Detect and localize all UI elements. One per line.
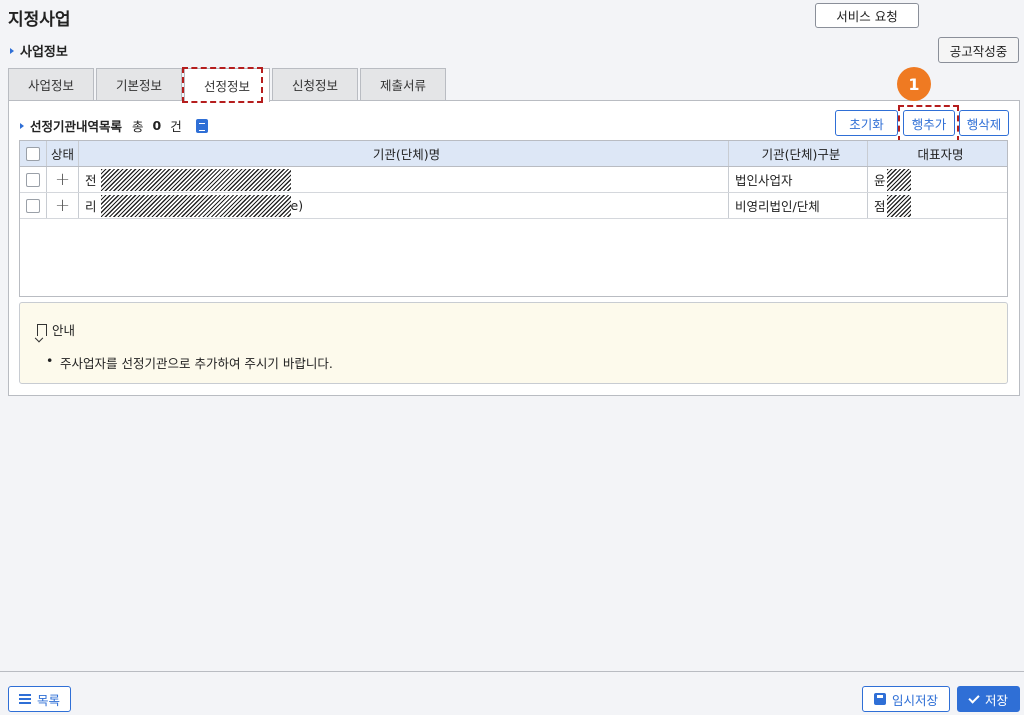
tab-selection-info[interactable]: 선정정보	[184, 68, 270, 102]
header-status: 상태	[47, 141, 79, 166]
triangle-bullet-icon	[20, 122, 24, 129]
temp-save-button[interactable]: 임시저장	[862, 686, 950, 712]
list-title-label: 선정기관내역목록	[30, 119, 123, 134]
grid-header: 상태 기관(단체)명 기관(단체)구분 대표자명	[20, 141, 1007, 167]
rep-name-text: 윤	[874, 173, 886, 188]
list-button[interactable]: 목록	[8, 686, 71, 712]
guide-item: 주사업자를 선정기관으로 추가하여 주시기 바랍니다.	[46, 353, 333, 372]
header-select-all	[20, 141, 47, 166]
org-name-text: 전	[85, 173, 97, 188]
tab-application-info[interactable]: 신청정보	[272, 68, 358, 100]
plus-icon: +	[54, 168, 71, 190]
count-prefix: 총	[132, 119, 144, 134]
check-icon	[968, 691, 980, 704]
footer-divider	[0, 671, 1024, 672]
section-title: 사업정보	[10, 41, 68, 60]
redacted-mask	[886, 168, 911, 191]
triangle-bullet-icon	[10, 47, 14, 54]
service-request-button[interactable]: 서비스 요청	[815, 3, 919, 28]
add-row-button[interactable]: 행추가	[903, 110, 955, 136]
save-button[interactable]: 저장	[957, 686, 1020, 712]
tab-submission-docs[interactable]: 제출서류	[360, 68, 446, 100]
row-rep-name[interactable]: 윤	[868, 167, 1007, 192]
row-select-cell	[20, 167, 47, 192]
select-all-checkbox[interactable]	[26, 146, 40, 161]
page-title: 지정사업	[8, 10, 71, 30]
redacted-mask	[100, 194, 291, 217]
org-name-text: 리	[85, 199, 97, 214]
table-row[interactable]: + 전 법인사업자 윤	[20, 167, 1007, 193]
tab-business-info[interactable]: 사업정보	[8, 68, 94, 100]
row-org-name[interactable]: 전	[79, 167, 729, 192]
row-status-cell: +	[47, 167, 79, 192]
header-org-name: 기관(단체)명	[79, 141, 729, 166]
row-rep-name[interactable]: 점	[868, 193, 1007, 218]
status-badge: 공고작성중	[938, 37, 1019, 63]
step-badge: 1	[897, 67, 931, 101]
save-icon	[873, 693, 886, 705]
row-checkbox[interactable]	[26, 172, 40, 187]
row-org-type[interactable]: 법인사업자	[729, 167, 868, 192]
count-suffix: 건	[170, 119, 182, 134]
bookmark-icon	[37, 323, 47, 336]
redacted-mask	[100, 168, 291, 191]
selection-grid: 상태 기관(단체)명 기관(단체)구분 대표자명 + 전 법인사업자 윤 + 리…	[19, 140, 1008, 297]
redacted-mask	[886, 194, 911, 217]
save-label: 저장	[984, 693, 1008, 708]
table-row[interactable]: + 리 e) 비영리법인/단체 점	[20, 193, 1007, 219]
list-title: 선정기관내역목록 총 0 건	[20, 116, 208, 135]
count-value: 0	[152, 118, 162, 133]
row-checkbox[interactable]	[26, 198, 40, 213]
section-title-label: 사업정보	[20, 45, 68, 60]
tab-basic-info[interactable]: 기본정보	[96, 68, 182, 100]
temp-save-label: 임시저장	[891, 693, 938, 708]
list-button-label: 목록	[36, 693, 60, 708]
org-name-suffix: e)	[290, 198, 304, 213]
list-icon	[18, 694, 31, 704]
header-org-type: 기관(단체)구분	[729, 141, 868, 166]
guide-box: 안내 주사업자를 선정기관으로 추가하여 주시기 바랍니다.	[19, 302, 1008, 384]
row-status-cell: +	[47, 193, 79, 218]
header-rep-name: 대표자명	[917, 147, 964, 162]
plus-icon: +	[54, 194, 71, 216]
row-org-type[interactable]: 비영리법인/단체	[729, 193, 868, 218]
reset-button[interactable]: 초기화	[835, 110, 898, 136]
row-org-name[interactable]: 리 e)	[79, 193, 729, 218]
rep-name-text: 점	[874, 199, 886, 214]
delete-row-button[interactable]: 행삭제	[959, 110, 1009, 136]
document-icon[interactable]	[195, 118, 208, 133]
guide-title: 안내	[37, 320, 75, 339]
guide-title-label: 안내	[52, 323, 76, 338]
row-select-cell	[20, 193, 47, 218]
tab-bar: 사업정보 기본정보 선정정보 신청정보 제출서류	[8, 68, 448, 102]
